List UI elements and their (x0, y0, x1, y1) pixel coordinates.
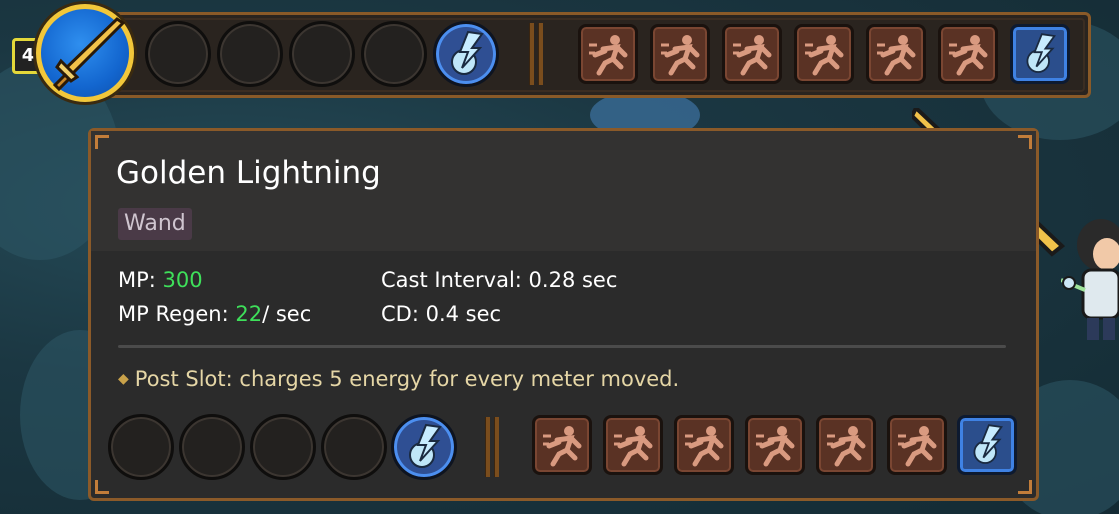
slot-divider (494, 417, 499, 477)
run-icon (805, 35, 844, 76)
run-icon (614, 426, 653, 467)
mp-value: 300 (162, 268, 203, 292)
lightning-orb-icon (451, 30, 484, 75)
cast-interval-stat: Cast Interval: 0.28 sec (381, 268, 618, 292)
slot-divider (529, 23, 534, 85)
spell-slot-empty[interactable] (145, 21, 211, 87)
cd-stat: CD: 0.4 sec (381, 302, 502, 326)
spell-slot-empty[interactable] (361, 21, 427, 87)
description-text: Post Slot: charges 5 energy for every me… (134, 367, 680, 391)
tooltip-spell-slot-empty (179, 414, 245, 480)
tooltip-passive-slot-run (745, 415, 805, 475)
diamond-bullet-icon: ◆ (118, 371, 129, 387)
lightning-orb-icon (1026, 33, 1056, 73)
regen-value: 22 (235, 302, 263, 326)
item-tooltip: Golden Lightning Wand MP: 300 MP Regen: … (88, 128, 1039, 501)
passive-slot-run[interactable] (866, 24, 926, 84)
run-icon (733, 35, 772, 76)
mp-regen-stat: MP Regen: 22/ sec (118, 302, 311, 326)
tooltip-passive-slot-run (887, 415, 947, 475)
panel-corner (1018, 480, 1032, 494)
run-icon (877, 35, 916, 76)
passive-slot-run[interactable] (722, 24, 782, 84)
passive-slot-run[interactable] (794, 24, 854, 84)
slot-divider (485, 417, 490, 477)
equipped-wand-button[interactable] (36, 4, 134, 102)
run-icon (949, 35, 988, 76)
spell-slot-lightning[interactable] (433, 21, 499, 87)
run-icon (756, 426, 795, 467)
spell-slot-empty[interactable] (217, 21, 283, 87)
panel-corner (95, 480, 109, 494)
run-icon (661, 35, 700, 76)
run-icon (543, 426, 582, 467)
mp-stat: MP: 300 (118, 268, 203, 292)
tooltip-passive-slot-run (674, 415, 734, 475)
passive-slot-run[interactable] (938, 24, 998, 84)
slot-divider (538, 23, 543, 85)
tooltip-spell-slot-empty (321, 414, 387, 480)
panel-corner (1018, 135, 1032, 149)
passive-slot-run[interactable] (650, 24, 710, 84)
run-icon (685, 426, 724, 467)
regen-label: MP Regen: (118, 302, 236, 326)
tooltip-spell-slot-lightning (391, 414, 457, 480)
lightning-orb-icon (409, 423, 442, 468)
wand-hotbar (90, 12, 1091, 98)
run-icon (898, 426, 937, 467)
lightning-orb-icon (973, 424, 1003, 464)
tooltip-passive-slot-run (603, 415, 663, 475)
tooltip-passive-slot-run (532, 415, 592, 475)
spell-slot-empty[interactable] (289, 21, 355, 87)
item-description: ◆ Post Slot: charges 5 energy for every m… (118, 367, 679, 391)
tooltip-header (91, 131, 1036, 251)
item-title: Golden Lightning (116, 155, 381, 191)
tooltip-spell-slot-empty (250, 414, 316, 480)
tooltip-divider (118, 345, 1006, 348)
run-icon (827, 426, 866, 467)
passive-slot-lightning[interactable] (1010, 24, 1070, 84)
panel-corner (95, 135, 109, 149)
golden-wand-icon (52, 17, 126, 92)
item-type-tag: Wand (118, 208, 192, 240)
tooltip-passive-slot-run (816, 415, 876, 475)
run-icon (589, 35, 628, 76)
tooltip-spell-slot-empty (108, 414, 174, 480)
tooltip-passive-slot-lightning (957, 415, 1017, 475)
passive-slot-run[interactable] (578, 24, 638, 84)
mp-label: MP: (118, 268, 163, 292)
regen-unit: / sec (262, 302, 312, 326)
